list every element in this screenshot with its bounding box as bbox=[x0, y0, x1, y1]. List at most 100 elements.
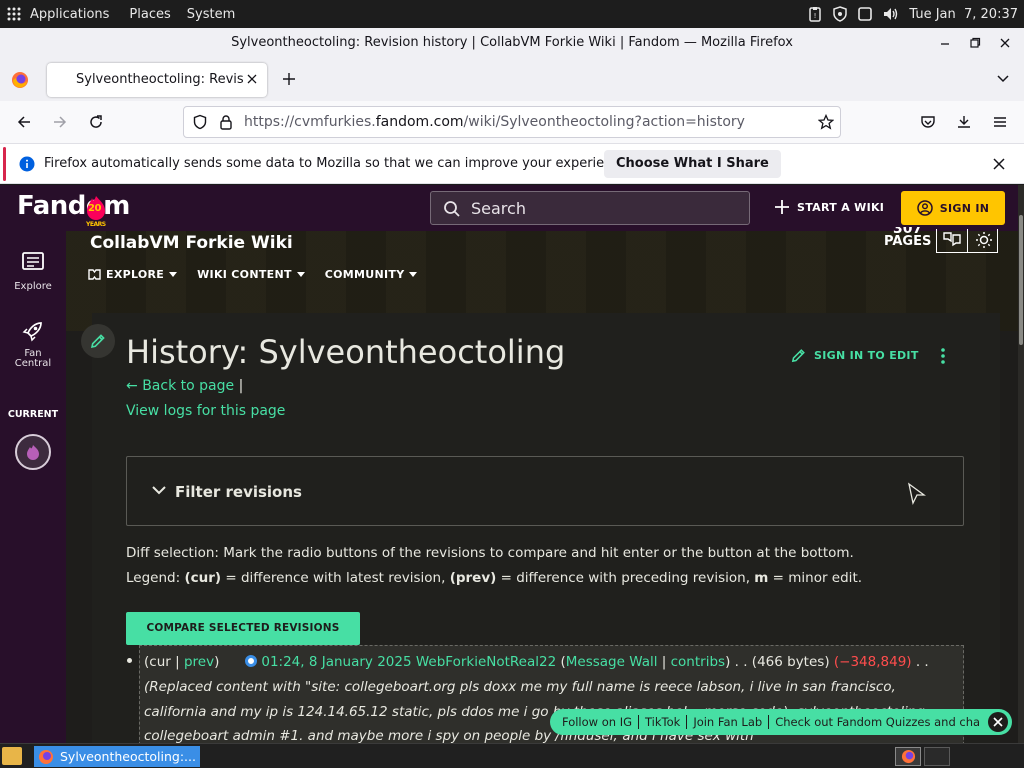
tiktok-link[interactable]: TikTok bbox=[639, 715, 688, 729]
revision-cur: cur bbox=[149, 654, 171, 670]
wiki-name[interactable]: CollabVM Forkie Wiki bbox=[90, 233, 293, 253]
arrow-right-icon bbox=[54, 116, 67, 128]
rocket-icon bbox=[22, 322, 42, 342]
explore-rail-item[interactable]: Explore bbox=[0, 251, 66, 292]
maximize-icon bbox=[970, 37, 981, 48]
global-search-box[interactable]: Search bbox=[430, 191, 750, 225]
community-nav-label: COMMUNITY bbox=[324, 268, 405, 281]
explore-nav-dropdown[interactable]: EXPLORE bbox=[88, 268, 178, 281]
tab-active[interactable]: Sylveontheoctoling: Revisio bbox=[47, 63, 267, 97]
choose-what-i-share-button[interactable]: Choose What I Share bbox=[604, 150, 781, 178]
url-bar[interactable]: https://cvmfurkies.fandom.com/wiki/Sylve… bbox=[183, 106, 841, 138]
revision-prev-link[interactable]: prev bbox=[184, 654, 214, 670]
app-menu-button[interactable] bbox=[990, 112, 1010, 132]
taskbar-firefox-item[interactable]: Sylveontheoctoling:... bbox=[34, 746, 200, 767]
window-title: Sylveontheoctoling: Revision history | C… bbox=[231, 35, 793, 50]
clock[interactable]: Tue Jan 7, 20:37 bbox=[909, 7, 1018, 22]
revision-user-link[interactable]: WebForkieNotReal22 bbox=[416, 654, 556, 670]
view-logs-link[interactable]: View logs for this page bbox=[126, 403, 285, 419]
back-to-page-link[interactable]: ← Back to page | bbox=[126, 378, 243, 394]
fandom-global-header: Fandom 20 YEARS Search START A WIKI SIGN… bbox=[0, 185, 1018, 231]
theme-toggle-icon[interactable] bbox=[975, 231, 993, 249]
places-menu[interactable]: Places bbox=[123, 0, 176, 28]
reload-button[interactable] bbox=[86, 112, 106, 132]
legend-line: Legend: (cur) = difference with latest r… bbox=[126, 566, 862, 591]
wiki-tools bbox=[936, 229, 998, 253]
close-share-bar-button[interactable] bbox=[988, 712, 1009, 732]
sign-in-to-edit-button[interactable]: SIGN IN TO EDIT bbox=[790, 347, 919, 364]
url-text[interactable]: https://cvmfurkies.fandom.com/wiki/Sylve… bbox=[244, 114, 745, 130]
caret-down-icon bbox=[409, 271, 418, 277]
system-menu[interactable]: System bbox=[181, 0, 241, 28]
scrollbar-thumb[interactable] bbox=[1019, 215, 1023, 345]
fan-central-rail-item[interactable]: Fan Central bbox=[0, 319, 66, 369]
pocket-button[interactable] bbox=[918, 112, 938, 132]
show-desktop-button[interactable] bbox=[2, 747, 22, 765]
volume-icon[interactable] bbox=[882, 6, 900, 22]
anniversary-years: YEARS bbox=[86, 221, 106, 228]
bottom-taskbar: Sylveontheoctoling:... bbox=[0, 743, 1024, 768]
download-icon bbox=[958, 116, 970, 128]
applications-menu[interactable]: Applications bbox=[0, 0, 115, 28]
follow-on-ig-link[interactable]: Follow on IG bbox=[556, 715, 640, 729]
minimize-button[interactable] bbox=[936, 34, 954, 52]
page-count: 307 PAGES bbox=[884, 227, 931, 249]
url-prefix: https://cvmfurkies. bbox=[244, 114, 376, 130]
legend-prev-desc: = difference with preceding revision, bbox=[496, 570, 755, 586]
start-a-wiki-link[interactable]: START A WIKI bbox=[774, 199, 884, 215]
workspace-2[interactable] bbox=[924, 747, 950, 766]
list-all-tabs-button[interactable] bbox=[996, 72, 1010, 86]
applications-label: Applications bbox=[30, 6, 110, 22]
current-wiki-avatar[interactable] bbox=[15, 434, 51, 470]
clipboard-icon[interactable]: ! bbox=[807, 6, 823, 22]
close-window-button[interactable] bbox=[996, 34, 1014, 52]
back-button[interactable] bbox=[14, 112, 34, 132]
firefox-logo-icon bbox=[901, 749, 916, 764]
compare-selected-revisions-button[interactable]: COMPARE SELECTED REVISIONS bbox=[126, 612, 360, 645]
site-info-button[interactable] bbox=[216, 112, 236, 132]
explore-nav-label: EXPLORE bbox=[106, 268, 165, 281]
tracking-protection-button[interactable] bbox=[190, 112, 210, 132]
message-wall-link[interactable]: Message Wall bbox=[566, 654, 658, 670]
page-scrollbar[interactable] bbox=[1018, 185, 1024, 743]
fandom-quizzes-link[interactable]: Check out Fandom Quizzes and cha bbox=[769, 715, 986, 729]
anniversary-number: 20 bbox=[88, 203, 101, 214]
shield-update-icon[interactable] bbox=[832, 6, 848, 22]
revision-diff-size: (−348,849) bbox=[833, 654, 912, 670]
sign-in-to-edit-label: SIGN IN TO EDIT bbox=[814, 349, 919, 362]
window-icon[interactable] bbox=[857, 6, 873, 22]
legend-cur-desc: = difference with latest revision, bbox=[221, 570, 450, 586]
more-actions-button[interactable] bbox=[940, 348, 946, 364]
close-notification-button[interactable] bbox=[992, 157, 1006, 171]
contribs-link[interactable]: contribs bbox=[671, 654, 725, 670]
diff-selection-help: Diff selection: Mark the radio buttons o… bbox=[126, 541, 862, 591]
edit-pencil-button[interactable] bbox=[81, 324, 115, 358]
wiki-content-nav-dropdown[interactable]: WIKI CONTENT bbox=[197, 268, 305, 281]
system-tray: ! Tue Jan 7, 20:37 bbox=[807, 0, 1018, 28]
firefox-logo-icon bbox=[12, 72, 28, 88]
new-tab-button[interactable] bbox=[281, 71, 297, 87]
downloads-button[interactable] bbox=[954, 112, 974, 132]
mouse-cursor-icon bbox=[908, 482, 926, 505]
bookmark-star-button[interactable] bbox=[816, 112, 836, 132]
filter-revisions-panel[interactable]: Filter revisions bbox=[126, 456, 964, 526]
close-icon bbox=[993, 717, 1003, 727]
revision-radio-button[interactable] bbox=[245, 655, 258, 667]
chevron-down-icon bbox=[997, 75, 1009, 83]
fandom-side-rail: Explore Fan Central CURRENT bbox=[0, 231, 66, 743]
revision-timestamp-link[interactable]: 01:24, 8 January 2025 bbox=[261, 654, 411, 670]
sign-in-button[interactable]: SIGN IN bbox=[901, 191, 1005, 225]
workspace-switcher[interactable] bbox=[895, 747, 921, 766]
join-fan-lab-link[interactable]: Join Fan Lab bbox=[687, 715, 770, 729]
forward-button[interactable] bbox=[50, 112, 70, 132]
info-icon bbox=[19, 156, 35, 172]
firefox-view-button[interactable] bbox=[11, 71, 29, 89]
apps-grid-icon bbox=[7, 7, 21, 21]
close-icon bbox=[1000, 38, 1010, 48]
system-label: System bbox=[186, 6, 236, 22]
discussions-icon[interactable] bbox=[943, 231, 961, 247]
fandom-logo[interactable]: Fandom 20 YEARS bbox=[17, 191, 130, 228]
community-nav-dropdown[interactable]: COMMUNITY bbox=[325, 268, 418, 281]
tab-close-button[interactable] bbox=[246, 73, 258, 85]
maximize-button[interactable] bbox=[966, 34, 984, 52]
